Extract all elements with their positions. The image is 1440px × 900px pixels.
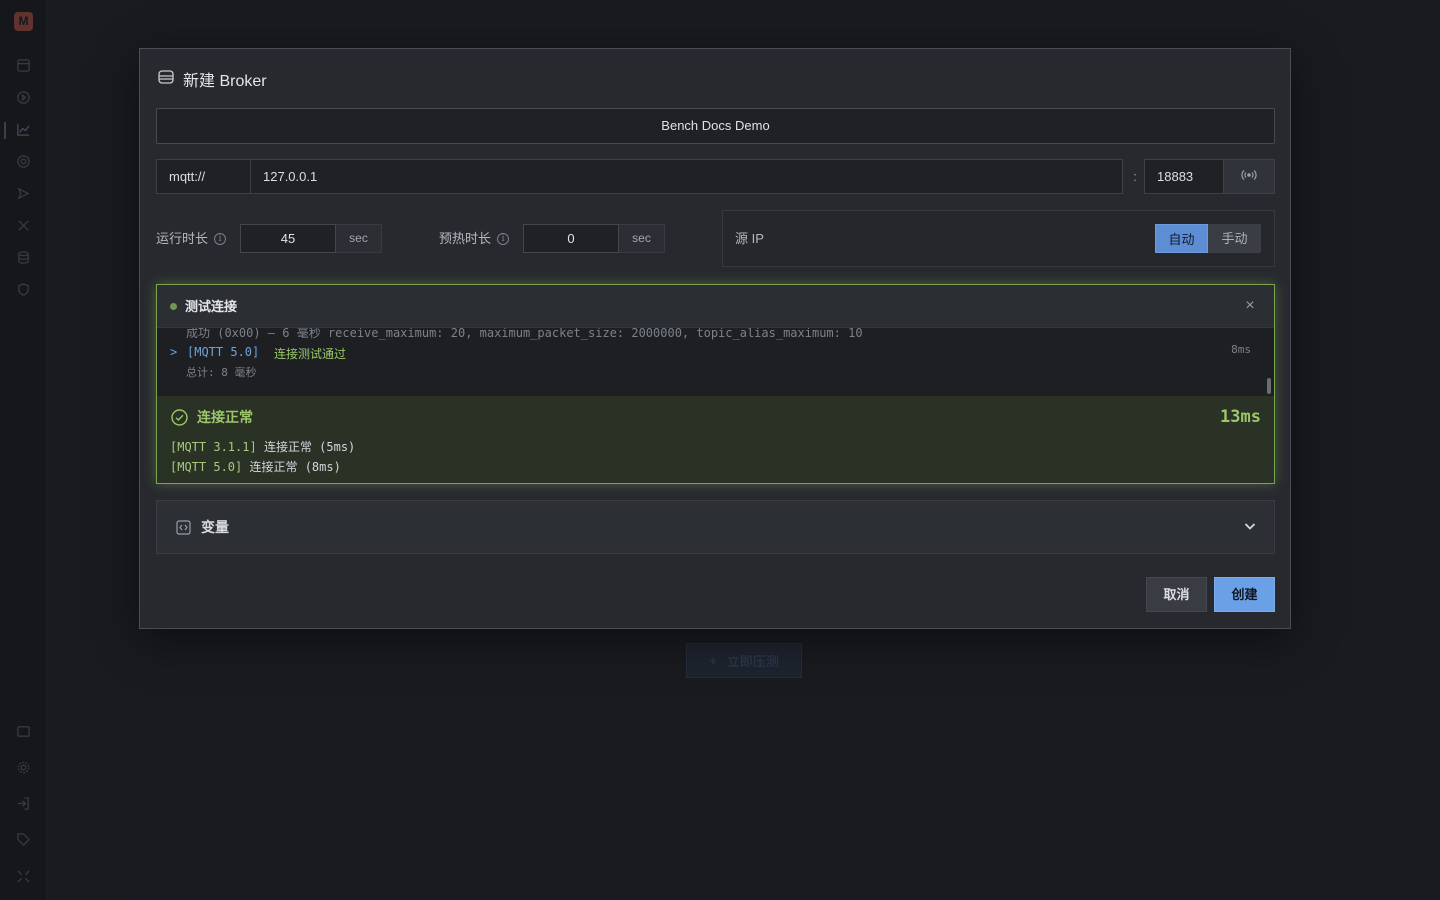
warmup-duration-label-text: 预热时长 bbox=[439, 231, 492, 246]
log-tag: [MQTT 5.0] bbox=[187, 345, 260, 359]
dialog-title-text: 新建 Broker bbox=[183, 73, 267, 90]
source-ip-manual-option[interactable]: 手动 bbox=[1208, 224, 1261, 253]
duration-params: 运行时长 i 45 sec 预热时长 i 0 sec bbox=[156, 224, 716, 254]
info-icon[interactable]: i bbox=[497, 233, 510, 245]
new-broker-dialog: 新建 Broker Bench Docs Demo mqtt:// 127.0.… bbox=[139, 48, 1291, 629]
variables-label: 变量 bbox=[201, 519, 229, 535]
broker-icon bbox=[157, 68, 175, 91]
test-result: 连接正常 13ms [MQTT 3.1.1] 连接正常 (5ms) [MQTT … bbox=[157, 396, 1274, 483]
result-tag: [MQTT 5.0] bbox=[170, 460, 243, 474]
port-separator: : bbox=[1133, 169, 1137, 184]
warmup-duration-input[interactable]: 0 bbox=[523, 224, 619, 253]
source-ip-toggle: 自动 手动 bbox=[1155, 224, 1261, 253]
source-ip-label: 源 IP bbox=[735, 231, 764, 246]
code-icon bbox=[176, 520, 191, 535]
test-connection-panel: 测试连接 × 成功 (0x00) — 6 毫秒 receive_maximum:… bbox=[156, 284, 1275, 484]
result-tag: [MQTT 3.1.1] bbox=[170, 440, 257, 454]
result-text: 连接正常 (8ms) bbox=[249, 460, 341, 474]
dialog-title: 新建 Broker bbox=[157, 68, 267, 90]
log-status: 连接测试通过 bbox=[274, 347, 347, 361]
log-duration: 8ms bbox=[1231, 343, 1251, 356]
test-panel-header: 测试连接 × bbox=[157, 285, 1274, 328]
source-ip-panel: 源 IP 自动 手动 bbox=[722, 210, 1275, 267]
log-prompt: > bbox=[170, 345, 178, 359]
run-duration-label-text: 运行时长 bbox=[156, 231, 209, 246]
run-duration-label: 运行时长 i bbox=[156, 224, 227, 254]
create-button[interactable]: 创建 bbox=[1214, 577, 1275, 612]
host-input[interactable]: 127.0.0.1 bbox=[250, 159, 1123, 194]
broadcast-icon bbox=[1241, 168, 1257, 186]
info-icon[interactable]: i bbox=[214, 233, 227, 245]
run-duration-unit: sec bbox=[336, 224, 382, 253]
log-scrollbar[interactable] bbox=[1267, 378, 1271, 394]
warmup-duration-unit: sec bbox=[619, 224, 665, 253]
test-connection-button[interactable] bbox=[1223, 159, 1275, 194]
close-icon[interactable]: × bbox=[1241, 297, 1259, 315]
result-line: [MQTT 3.1.1] 连接正常 (5ms) bbox=[170, 438, 355, 455]
warmup-duration-label: 预热时长 i bbox=[439, 224, 510, 254]
check-circle-icon bbox=[171, 409, 188, 426]
run-duration-input[interactable]: 45 bbox=[240, 224, 336, 253]
result-text: 连接正常 (5ms) bbox=[263, 440, 356, 454]
test-panel-title: 测试连接 bbox=[185, 299, 238, 314]
log-total: 总计: 8 毫秒 bbox=[186, 366, 257, 379]
status-dot bbox=[170, 303, 177, 310]
log-line: 成功 (0x00) — 6 毫秒 receive_maximum: 20, ma… bbox=[186, 328, 863, 340]
chevron-down-icon[interactable] bbox=[1243, 519, 1257, 533]
cancel-button[interactable]: 取消 bbox=[1146, 577, 1207, 612]
broker-name-input[interactable]: Bench Docs Demo bbox=[156, 108, 1275, 144]
result-title: 连接正常 bbox=[197, 409, 253, 425]
variables-section[interactable]: 变量 bbox=[156, 500, 1275, 554]
port-input[interactable]: 18883 bbox=[1144, 159, 1224, 194]
protocol-select[interactable]: mqtt:// bbox=[156, 159, 251, 194]
result-time: 13ms bbox=[1220, 407, 1261, 427]
result-line: [MQTT 5.0] 连接正常 (8ms) bbox=[170, 458, 341, 475]
test-log[interactable]: 成功 (0x00) — 6 毫秒 receive_maximum: 20, ma… bbox=[157, 328, 1274, 396]
source-ip-auto-option[interactable]: 自动 bbox=[1155, 224, 1208, 253]
